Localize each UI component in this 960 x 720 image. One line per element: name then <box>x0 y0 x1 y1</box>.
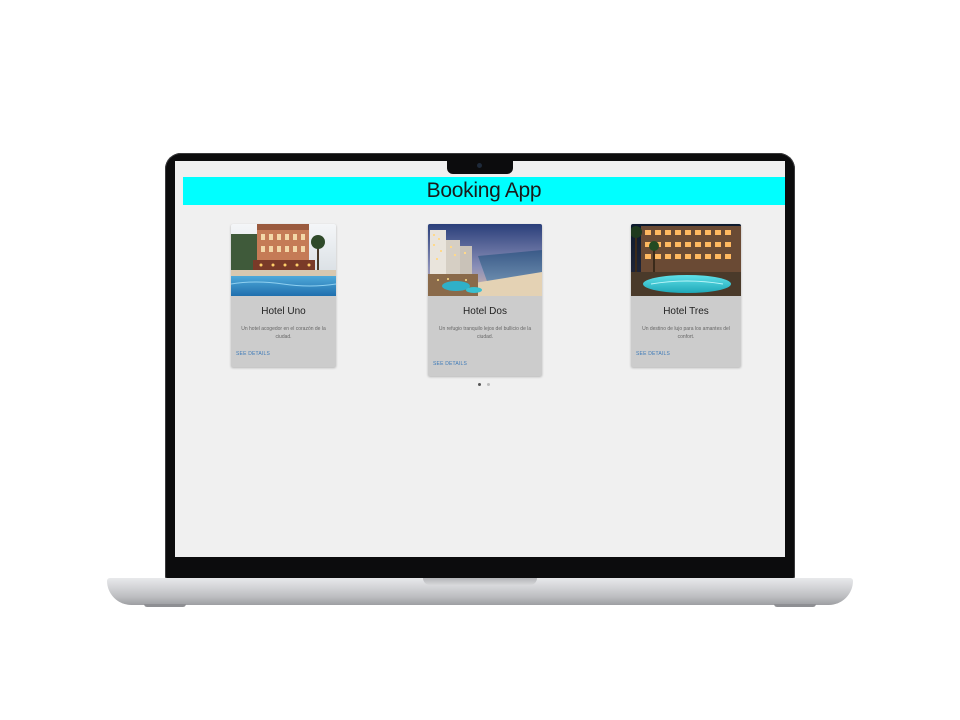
hotel-card-tres: Hotel Tres Un destino de lujo para los a… <box>631 224 741 367</box>
hotel-description: Un destino de lujo para los amantes del … <box>642 326 730 340</box>
carousel-pagination <box>478 383 490 386</box>
hotel-name: Hotel Uno <box>261 306 306 317</box>
laptop-foot-right <box>774 604 816 607</box>
laptop-mockup: Booking App Hotel Uno Un hotel acogedor … <box>0 0 960 720</box>
laptop-foot-left <box>144 604 186 607</box>
hotel-name: Hotel Tres <box>663 306 709 317</box>
hotel-card-dos: Hotel Dos Un refugio tranquilo lejos del… <box>428 224 542 376</box>
hotel-dos-photo <box>428 224 542 296</box>
camera-icon <box>477 163 482 168</box>
carousel-dot-2[interactable] <box>487 383 490 386</box>
app-header: Booking App <box>183 177 785 205</box>
see-details-button[interactable]: SEE DETAILS <box>433 361 467 367</box>
app-title: Booking App <box>426 179 542 202</box>
hotel-name: Hotel Dos <box>463 306 507 317</box>
hotel-uno-photo <box>231 224 336 296</box>
hotel-description: Un refugio tranquilo lejos del bullicio … <box>438 326 532 340</box>
hotel-description: Un hotel acogedor en el corazón de la ci… <box>241 326 326 340</box>
hotel-card-uno: Hotel Uno Un hotel acogedor en el corazó… <box>231 224 336 367</box>
see-details-button[interactable]: SEE DETAILS <box>636 351 670 357</box>
app-screen: Booking App Hotel Uno Un hotel acogedor … <box>175 161 785 557</box>
carousel-dot-1[interactable] <box>478 383 481 386</box>
laptop-base-lip <box>423 578 537 585</box>
see-details-button[interactable]: SEE DETAILS <box>236 351 270 357</box>
hotel-tres-photo <box>631 224 741 296</box>
camera-notch <box>447 160 513 174</box>
